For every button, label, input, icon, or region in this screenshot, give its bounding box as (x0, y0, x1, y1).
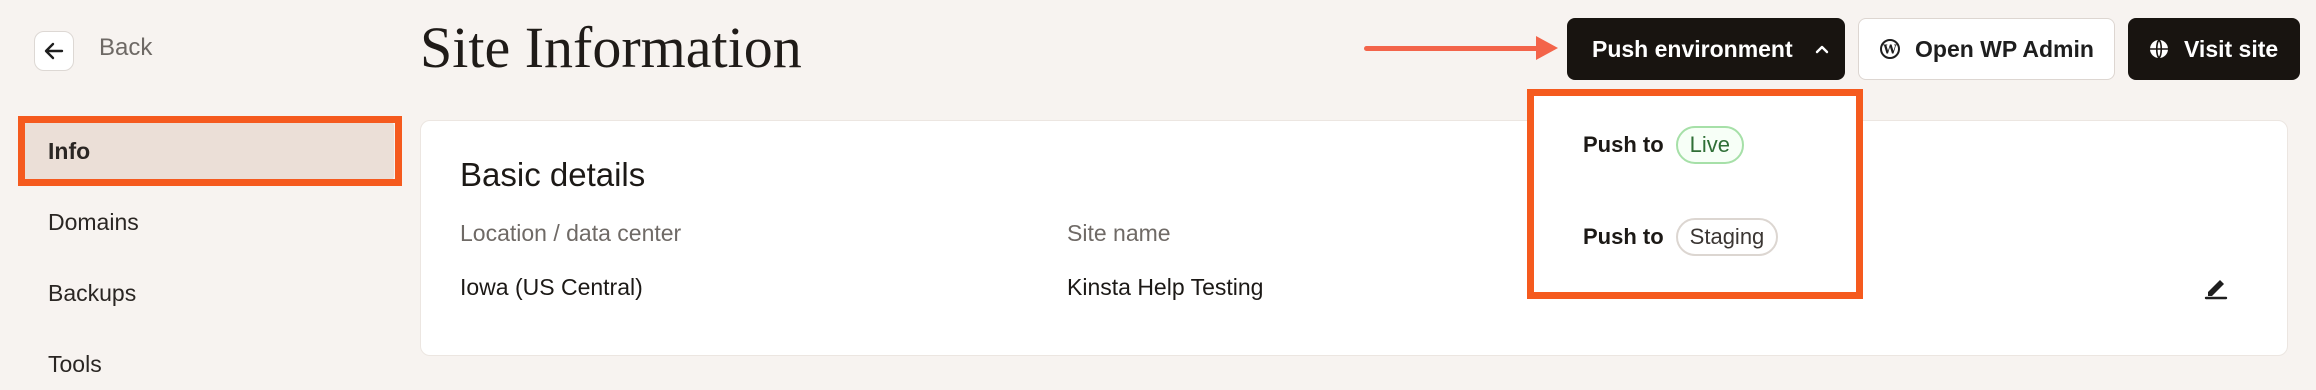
sidebar-item-domains[interactable]: Domains (48, 209, 139, 236)
basic-details-card (420, 120, 2288, 356)
visit-site-button[interactable]: Visit site (2128, 18, 2300, 80)
back-link[interactable]: Back (99, 34, 152, 62)
push-to-live-item[interactable]: Push to Live (1583, 126, 1745, 164)
wordpress-icon: W (1880, 39, 1900, 59)
site-name-label: Site name (1067, 220, 1171, 246)
sidebar-item-label: Info (48, 138, 91, 164)
location-value: Iowa (US Central) (460, 274, 643, 300)
push-to-label: Push to (1583, 132, 1664, 157)
push-to-label: Push to (1583, 224, 1664, 249)
open-wp-admin-button[interactable]: W Open WP Admin (1858, 18, 2115, 80)
sidebar-item-backups[interactable]: Backups (48, 280, 136, 307)
live-badge: Live (1675, 126, 1745, 164)
back-button[interactable] (34, 31, 74, 71)
annotation-arrow-head (1536, 36, 1558, 60)
push-to-staging-item[interactable]: Push to Staging (1583, 218, 1779, 256)
arrow-left-icon (44, 42, 64, 60)
sidebar-item-tools[interactable]: Tools (48, 351, 102, 378)
push-environment-button[interactable]: Push environment (1567, 18, 1845, 80)
page-title: Site Information (420, 15, 802, 80)
push-environment-label: Push environment (1592, 35, 1793, 62)
chevron-up-icon (1815, 45, 1828, 54)
card-title: Basic details (460, 156, 646, 193)
annotation-arrow (1364, 46, 1544, 51)
edit-pencil-icon[interactable] (2202, 274, 2230, 302)
svg-text:W: W (1882, 43, 1897, 57)
dropdown-highlight-box (1527, 89, 1863, 299)
visit-site-label: Visit site (2184, 35, 2279, 62)
open-wp-admin-label: Open WP Admin (1915, 35, 2094, 62)
site-name-value: Kinsta Help Testing (1067, 274, 1264, 300)
globe-icon (2150, 39, 2168, 59)
location-label: Location / data center (460, 220, 682, 246)
staging-badge: Staging (1675, 218, 1779, 256)
